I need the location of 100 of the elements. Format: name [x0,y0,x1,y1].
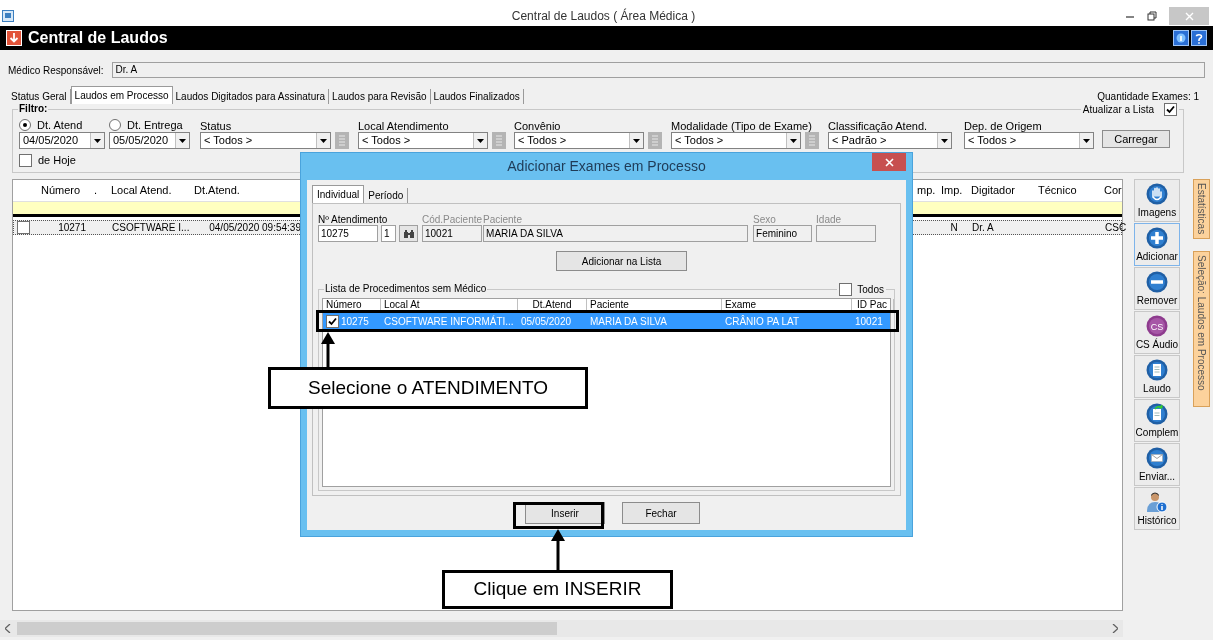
list-icon [808,135,816,146]
table-cell-text: MARIA DA SILVA [590,314,667,329]
add-to-list-button[interactable]: Adicionar na Lista [556,251,687,271]
row-checkbox[interactable] [326,314,339,328]
hand-icon [1146,183,1168,205]
radio-label: Dt. Atend [37,117,83,133]
dialog-button[interactable]: Fechar [622,502,700,524]
field-label: Dep. de Origem [964,119,1043,132]
column-header[interactable]: . [91,182,108,199]
checkbox[interactable] [1164,103,1177,116]
arrow [551,529,565,571]
help-button[interactable] [1191,30,1207,46]
document-icon [1146,359,1168,381]
table-cell-text: 10021 [855,314,883,329]
cs-icon: CS [1146,315,1168,337]
tab[interactable]: Laudos Finalizados [430,89,524,104]
list-icon [651,135,659,146]
tab[interactable]: Individual [312,185,365,203]
envelope-icon [1146,447,1168,469]
app-icon [2,10,14,22]
checkbox-label: de Hoje [38,153,76,168]
search-button[interactable] [399,225,418,242]
toolbar-button[interactable]: CS CS Áudio [1134,311,1180,354]
report-icon [6,30,22,46]
dropdown[interactable]: < Todos > [671,132,801,149]
dropdown[interactable]: 05/05/2020 [109,132,190,149]
readonly-field [816,225,877,242]
checkbox[interactable] [839,283,853,296]
radio-button[interactable] [19,119,31,131]
input-field[interactable]: 10275 [318,225,378,242]
doctor-field: Dr. A [111,62,1205,78]
column-header[interactable]: ID Pac [852,299,894,310]
load-button[interactable]: Carregar [1102,130,1170,148]
scrollbar-thumb[interactable] [17,622,557,635]
field-label: Local Atendimento [358,119,450,132]
radio-button[interactable] [109,119,121,131]
field-label: Sexo [753,213,777,225]
close-button[interactable] [872,153,906,171]
column-header[interactable]: Local Atend. [108,182,191,199]
table-cell-text: 10271 [57,221,87,234]
column-header[interactable]: Imp. [938,182,968,199]
side-tab[interactable]: Estatísticas [1193,179,1210,239]
column-header[interactable]: Número [323,299,381,310]
dialog-title: Adicionar Exames em Processo [506,157,707,176]
column-header[interactable]: mp. [914,182,938,199]
horizontal-scrollbar[interactable] [0,620,1123,637]
dropdown[interactable]: < Todos > [964,132,1094,149]
column-header[interactable]: Técnico [1035,182,1101,199]
toolbar-button[interactable]: Remover [1134,267,1180,310]
dropdown[interactable]: < Todos > [358,132,488,149]
close-icon [1184,11,1194,21]
column-header[interactable]: Dt.Atend. [191,182,303,199]
field-label: Idade [816,213,843,225]
list-icon [338,135,346,146]
caret-icon [633,138,640,143]
checkbox-label: Atualizar a Lista [1082,103,1154,117]
caret-icon [941,138,948,143]
toolbar-button[interactable]: Adicionar [1134,223,1180,266]
tab[interactable]: Laudos em Processo [70,86,173,104]
toolbar-button[interactable]: Complem [1134,399,1180,442]
table-cell-text: 04/05/2020 09:54:39 [208,221,302,234]
checkbox-label: Todos [857,283,884,296]
table-cell-text: 10275 [341,314,369,329]
row-checkbox[interactable] [16,221,30,234]
caret-icon [179,138,186,143]
column-header[interactable]: Cor [1101,182,1127,199]
side-tab[interactable]: Seleção: Laudos em Processo [1193,251,1210,407]
dropdown[interactable]: 04/05/2020 [19,132,105,149]
column-header[interactable]: Local At [381,299,518,310]
toolbar-button[interactable]: Laudo [1134,355,1180,398]
field-label: Classificação Atend. [828,119,929,132]
column-header[interactable]: Exame [722,299,852,310]
toolbar-button[interactable]: Histórico [1134,487,1180,530]
group-title: Filtro: [18,103,49,115]
dropdown[interactable]: < Todos > [514,132,644,149]
window-title: Central de Laudos ( Área Médica ) [510,7,697,25]
radio-label: Dt. Entrega [127,117,183,133]
info-icon [1173,30,1189,46]
input-field[interactable]: 1 [381,225,396,242]
person-info-icon [1146,491,1168,513]
field-label: Convênio [514,119,562,132]
tab[interactable]: Laudos para Revisão [329,89,431,104]
restore-icon [1147,11,1157,21]
caret-icon [94,138,101,143]
minus-icon [1146,271,1168,293]
caret-icon [477,138,484,143]
callout: Selecione o ATENDIMENTO [268,367,588,409]
tab[interactable]: Laudos Digitados para Assinatura [172,89,330,104]
toolbar-button[interactable]: Imagens [1134,179,1180,222]
column-header[interactable]: Paciente [587,299,722,310]
toolbar-button[interactable]: Enviar... [1134,443,1180,486]
checkbox[interactable] [19,153,32,167]
dropdown[interactable]: < Padrão > [828,132,952,149]
dropdown[interactable]: < Todos > [200,132,331,149]
column-header[interactable]: Digitador [968,182,1035,199]
column-header[interactable]: Número [31,182,91,199]
column-header[interactable]: Dt.Atend [518,299,587,310]
field-label: Modalidade (Tipo de Exame) [671,119,813,132]
tab[interactable]: Período [364,188,409,203]
exam-count: Quantidade Exames: 1 [1097,90,1199,104]
